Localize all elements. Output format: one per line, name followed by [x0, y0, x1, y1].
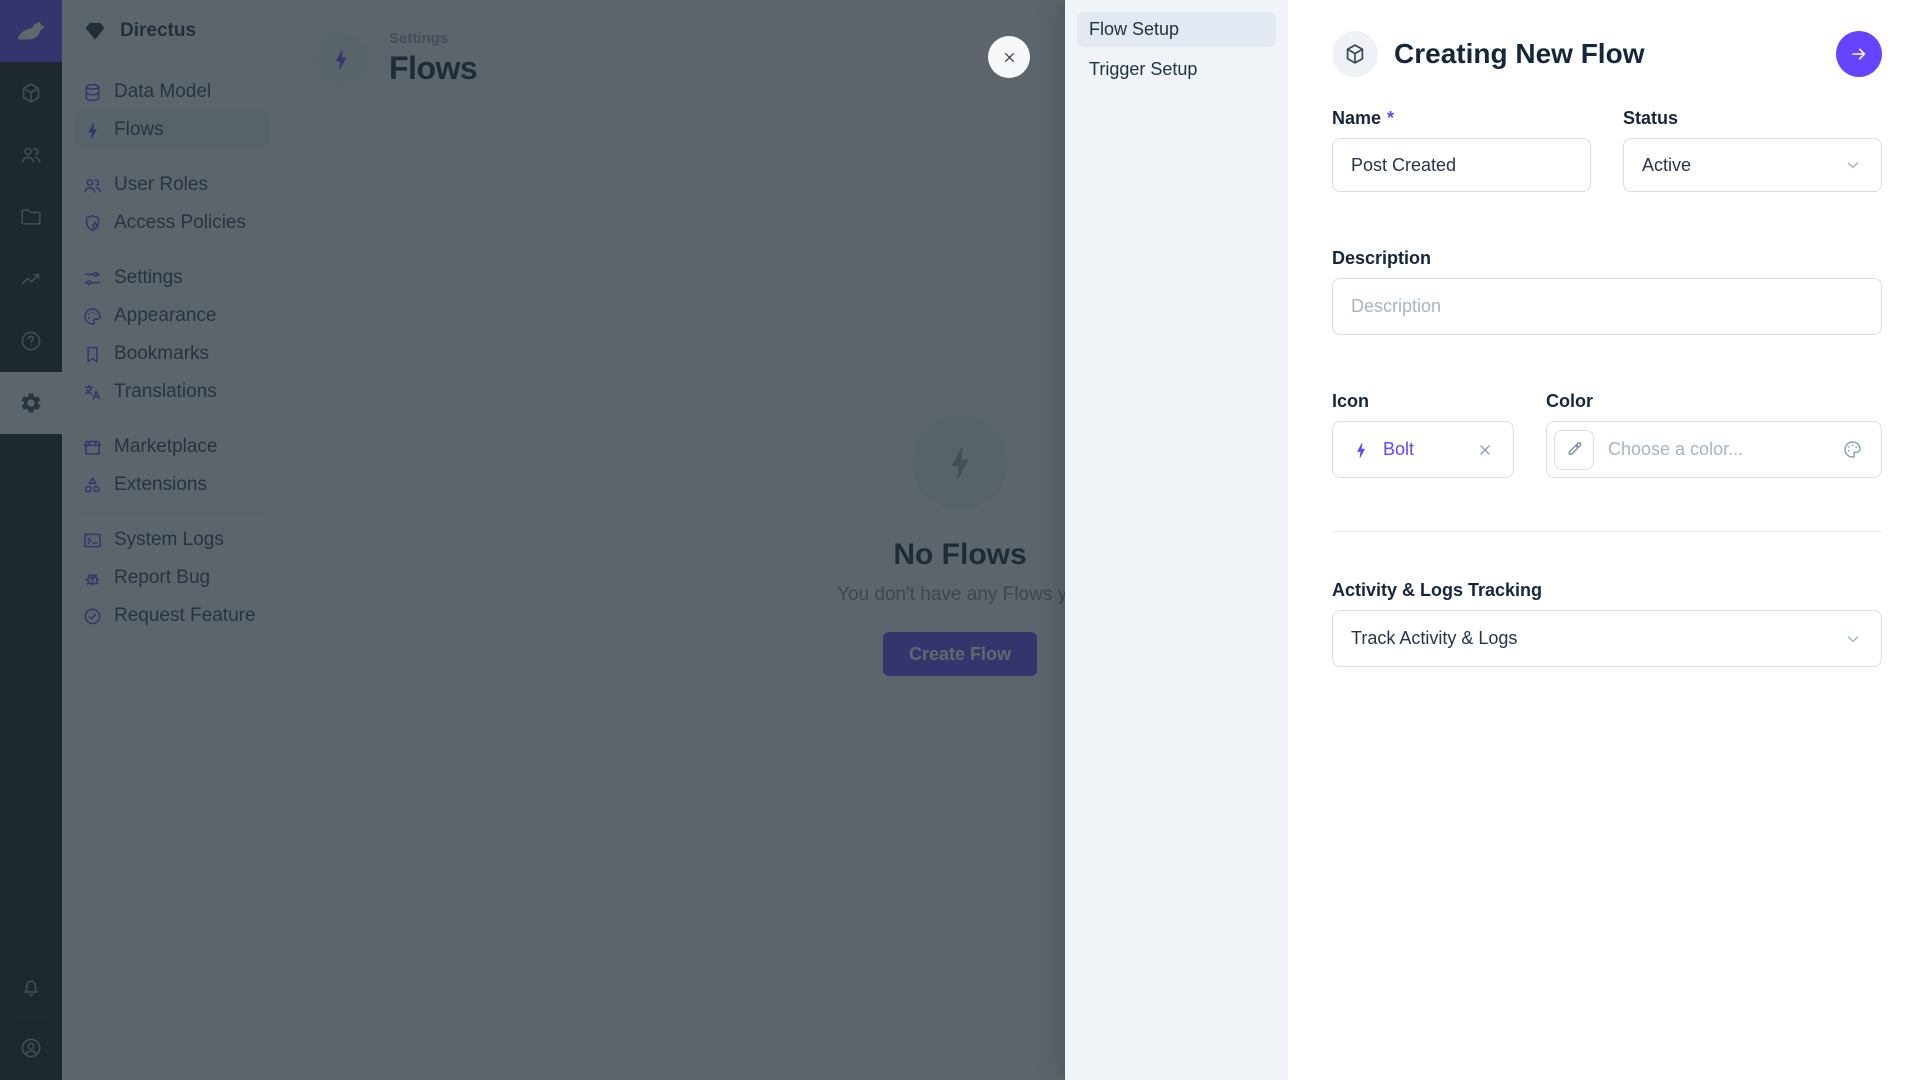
tracking-value: Track Activity & Logs — [1351, 628, 1843, 649]
color-field-group: Color — [1546, 391, 1882, 478]
color-picker[interactable] — [1546, 421, 1882, 478]
status-label: Status — [1623, 108, 1882, 130]
close-icon — [1000, 48, 1019, 67]
drawer-close-button[interactable] — [988, 36, 1030, 78]
chevron-down-icon — [1843, 629, 1863, 649]
chevron-down-icon — [1843, 155, 1863, 175]
drawer-tab-trigger-setup[interactable]: Trigger Setup — [1077, 52, 1276, 87]
eyedropper-button[interactable] — [1554, 430, 1594, 470]
drawer-header-badge — [1332, 31, 1378, 77]
icon-value: Bolt — [1383, 439, 1475, 460]
drawer-header: Creating New Flow — [1332, 0, 1882, 80]
tracking-label: Activity & Logs Tracking — [1332, 580, 1882, 602]
cube-icon — [1343, 42, 1367, 66]
description-label: Description — [1332, 248, 1882, 270]
icon-label: Icon — [1332, 391, 1514, 413]
name-field-group: Name * — [1332, 108, 1591, 192]
bolt-icon — [1351, 440, 1371, 460]
tracking-field-group: Activity & Logs Tracking Track Activity … — [1332, 580, 1882, 667]
description-input[interactable] — [1332, 278, 1882, 335]
palette-icon[interactable] — [1842, 439, 1863, 460]
flow-setup-form: Name * Status Active Description — [1332, 108, 1882, 667]
icon-field-group: Icon Bolt — [1332, 391, 1514, 478]
description-field-group: Description — [1332, 248, 1882, 335]
next-step-button[interactable] — [1836, 31, 1882, 77]
status-value: Active — [1642, 155, 1843, 176]
drawer-tab-flow-setup[interactable]: Flow Setup — [1077, 12, 1276, 47]
clear-icon[interactable] — [1475, 440, 1495, 460]
icon-picker[interactable]: Bolt — [1332, 421, 1514, 478]
color-label: Color — [1546, 391, 1882, 413]
section-divider — [1332, 531, 1882, 532]
drawer-title: Creating New Flow — [1394, 38, 1820, 70]
drawer-nav: Flow Setup Trigger Setup — [1065, 0, 1288, 1080]
name-label: Name * — [1332, 108, 1591, 130]
color-input[interactable] — [1606, 438, 1842, 461]
tracking-select[interactable]: Track Activity & Logs — [1332, 610, 1882, 667]
name-input[interactable] — [1332, 138, 1591, 192]
eyedropper-icon — [1564, 440, 1584, 460]
status-field-group: Status Active — [1623, 108, 1882, 192]
drawer-panel: Creating New Flow Name * Status Active — [1288, 0, 1920, 1080]
arrow-right-icon — [1848, 43, 1870, 65]
status-select[interactable]: Active — [1623, 138, 1882, 192]
required-asterisk: * — [1387, 108, 1394, 129]
